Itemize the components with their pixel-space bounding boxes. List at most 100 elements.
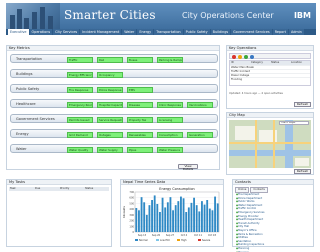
metric-category-label: Government Services: [16, 115, 64, 124]
operations-table-header: ID Category Status Location: [230, 61, 310, 65]
metric-tile[interactable]: Disease: [127, 102, 153, 108]
metric-tile[interactable]: Hospital Capacity: [97, 102, 123, 108]
metric-tile[interactable]: Water Supply: [97, 147, 123, 153]
chart-bar: [206, 200, 209, 232]
metric-tile[interactable]: EMS: [127, 87, 153, 93]
metric-tile[interactable]: Property Tax: [127, 117, 153, 123]
metric-tile[interactable]: Buses: [127, 57, 153, 63]
metric-tile[interactable]: Energy Efficiency: [67, 72, 93, 78]
nav-tab[interactable]: Incident Management: [80, 29, 122, 35]
metric-tile[interactable]: Pipes: [127, 147, 153, 153]
metric-tile[interactable]: Water Pressure: [157, 147, 183, 153]
chart-bar: [214, 196, 216, 232]
nav-tab[interactable]: Water: [122, 29, 137, 35]
metric-tile[interactable]: Vaccinations: [187, 102, 213, 108]
operations-toolbar: [229, 53, 311, 59]
metric-category-label: Healthcare: [16, 100, 64, 109]
operations-row[interactable]: Flooding: [230, 77, 310, 81]
contacts-panel: Contacts OnlineContacts Fire DepartmentP…: [232, 179, 314, 252]
metric-tile[interactable]: Emergency Room: [67, 102, 93, 108]
metric-tile[interactable]: Traffic: [67, 57, 93, 63]
legend-label: Severe: [202, 239, 211, 242]
metric-tile[interactable]: Service Requests: [97, 117, 123, 123]
dashboard: Smarter Cities City Operations Center IB…: [0, 0, 320, 252]
operations-refresh-button[interactable]: Refresh: [294, 102, 311, 107]
map-layer-select[interactable]: Traffic Layer: [279, 121, 309, 125]
nav-tab[interactable]: Buildings: [210, 29, 231, 35]
tasks-column-header[interactable]: Task: [9, 187, 34, 191]
main-nav: Executive Operations City Services Incident…: [6, 29, 316, 35]
nav-tab[interactable]: Operations: [29, 29, 53, 35]
metric-tile[interactable]: Permits Issued: [67, 117, 93, 123]
metric-tile[interactable]: Licensing: [157, 117, 183, 123]
metric-category-row[interactable]: WaterWater Quality Water Supply Pipes Water…: [10, 144, 218, 153]
nav-tab[interactable]: City Services: [53, 29, 80, 35]
map-panel: City Map Traffic Layer Refresh: [226, 112, 314, 175]
metric-tile[interactable]: Fire Response: [67, 87, 93, 93]
metric-tile[interactable]: Rail: [97, 57, 123, 63]
y-axis-label: Kilowatts: [122, 205, 126, 217]
metric-tile[interactable]: Water Quality: [67, 147, 93, 153]
chart-bar: [164, 207, 167, 232]
nav-tab[interactable]: Transportation: [154, 29, 183, 35]
metric-tile[interactable]: Consumption: [157, 132, 183, 138]
nav-tab[interactable]: Public Safety: [183, 29, 210, 35]
metric-tile[interactable]: Outages: [97, 132, 123, 138]
nav-tab[interactable]: Executive: [8, 29, 29, 35]
metric-category-row[interactable]: BuildingsEnergy Efficiency Occupancy: [10, 69, 218, 78]
chart-bar: [201, 201, 203, 232]
chart-panel: Nepal Time Series Data Energy Consumptio…: [120, 179, 224, 247]
metric-tile[interactable]: Occupancy: [97, 72, 123, 78]
metric-category-row[interactable]: EnergyGrid Demand Outages Renewables Consum…: [10, 129, 218, 138]
tasks-table-header: Task Due Priority Status: [9, 187, 109, 191]
chart-bar: [216, 203, 219, 232]
tasks-column-header[interactable]: Status: [84, 187, 109, 191]
alert-icon[interactable]: [232, 55, 236, 59]
city-map[interactable]: Traffic Layer: [229, 120, 311, 168]
y-tick-label: 0: [132, 231, 134, 234]
info-icon[interactable]: [250, 55, 254, 59]
banner: Smarter Cities City Operations Center IB…: [6, 3, 316, 29]
map-refresh-button[interactable]: Refresh: [294, 169, 311, 174]
metric-tile[interactable]: Generation: [187, 132, 213, 138]
operations-column-header[interactable]: Location: [291, 61, 310, 65]
legend-label: Normal: [139, 239, 148, 242]
operations-column-header[interactable]: Category: [251, 61, 271, 65]
chart-bar: [195, 205, 198, 232]
metric-tile[interactable]: Parking & Ramps: [157, 57, 183, 63]
contacts-title: Contacts: [233, 180, 313, 185]
y-tick-label: 300: [129, 214, 134, 217]
metric-tile[interactable]: Renewables: [127, 132, 153, 138]
nav-tab[interactable]: Energy: [137, 29, 154, 35]
y-tick-label: 500: [129, 202, 134, 205]
metric-category-row[interactable]: Public SafetyFire Response Police Respons…: [10, 84, 218, 93]
city-skyline-image: [6, 3, 60, 29]
metric-category-row[interactable]: TransportationTraffic Rail Buses Parking & …: [10, 54, 218, 63]
metric-category-label: Water: [16, 145, 64, 154]
warning-icon[interactable]: [238, 55, 242, 59]
metric-category-row[interactable]: Government ServicesPermits Issued Service…: [10, 114, 218, 123]
nav-tab[interactable]: Government Services: [231, 29, 272, 35]
metric-tile[interactable]: Clinic Response: [157, 102, 183, 108]
map-title: City Map: [227, 113, 313, 118]
operations-column-header[interactable]: ID: [231, 61, 251, 65]
my-tasks-title: My Tasks: [7, 180, 111, 185]
metric-tile[interactable]: Police Response: [97, 87, 123, 93]
tasks-column-header[interactable]: Due: [34, 187, 59, 191]
x-tick-label: Oct 18: [208, 234, 216, 237]
ok-icon[interactable]: [244, 55, 248, 59]
nav-tab[interactable]: Report: [272, 29, 288, 35]
chart-bar: [159, 212, 161, 232]
tasks-column-header[interactable]: Priority: [59, 187, 84, 191]
y-tick-label: 100: [129, 225, 134, 228]
key-metrics-panel: Key Metrics TransportationTraffic Rail Bus…: [6, 45, 220, 171]
view-details-button[interactable]: View Details: [178, 164, 198, 171]
metric-tile[interactable]: Grid Demand: [67, 132, 93, 138]
nav-tab[interactable]: Admin: [288, 29, 304, 35]
x-tick-label: Sep 20: [152, 234, 161, 237]
operations-column-header[interactable]: Status: [271, 61, 291, 65]
chart-bar: [185, 212, 188, 232]
metric-category-label: Energy: [16, 130, 64, 139]
app-title: Smarter Cities: [64, 8, 156, 22]
metric-category-row[interactable]: HealthcareEmergency Room Hospital Capacit…: [10, 99, 218, 108]
